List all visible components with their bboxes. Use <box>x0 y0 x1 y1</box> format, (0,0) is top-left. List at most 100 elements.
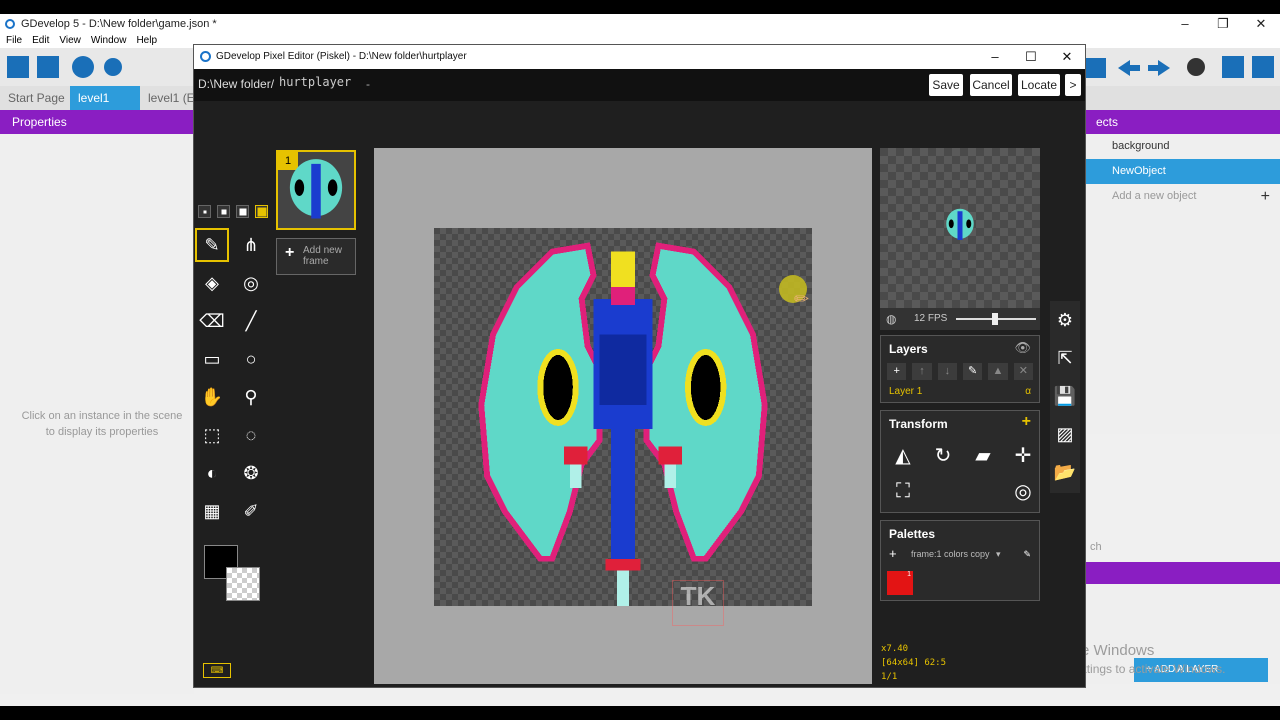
palettes-panel: Palettes + frame:1 colors copy ▾ ✎ 1 <box>880 520 1040 601</box>
dithering-icon[interactable]: ❂ <box>234 456 268 490</box>
pen-size-3[interactable] <box>236 205 249 218</box>
merge-layer-icon[interactable]: ▲ <box>988 363 1008 380</box>
eye-icon[interactable]: 👁 <box>1014 340 1031 356</box>
palette-color-red[interactable]: 1 <box>887 571 913 595</box>
checker-icon[interactable]: ▦ <box>195 494 229 528</box>
file-name[interactable]: hurtplayer <box>279 75 351 89</box>
fps-row: ◍ 12 FPS <box>880 308 1040 330</box>
stroke-icon[interactable]: ╱ <box>234 304 268 338</box>
layers-header <box>1086 562 1280 584</box>
circle-icon[interactable]: ○ <box>234 342 268 376</box>
minimize-icon[interactable]: – <box>1166 14 1204 33</box>
palette-name: frame:1 colors copy <box>911 549 990 559</box>
add-layer-icon[interactable]: + <box>887 363 907 380</box>
edit-palette-icon[interactable]: ✎ <box>1023 545 1031 563</box>
menu-edit[interactable]: Edit <box>32 35 49 46</box>
drawing-canvas[interactable] <box>434 228 812 606</box>
layers-panel-piskel: Layers 👁 + ↑ ↓ ✎ ▲ ✕ Layer 1 α <box>880 335 1040 403</box>
menu-file[interactable]: File <box>6 35 22 46</box>
menu-help[interactable]: Help <box>136 35 157 46</box>
delete-icon <box>1187 58 1205 76</box>
palette-color-index: 1 <box>907 571 911 578</box>
palette-selector[interactable]: + frame:1 colors copy ▾ ✎ <box>881 545 1039 563</box>
frame-thumbnail[interactable]: 1 <box>276 150 356 230</box>
gdevelop-title: GDevelop 5 - D:\New folder\game.json * <box>21 17 217 30</box>
add-frame-button[interactable]: + Add new frame <box>276 238 356 275</box>
cancel-button[interactable]: Cancel <box>970 74 1012 96</box>
pen-size-2[interactable] <box>217 205 230 218</box>
layer-alpha[interactable]: α <box>1025 386 1031 397</box>
object-background[interactable]: background <box>1086 134 1280 159</box>
move-hand-icon[interactable]: ✋ <box>195 380 229 414</box>
eraser-icon[interactable]: ⌫ <box>195 304 229 338</box>
object-label: background <box>1112 140 1170 152</box>
locate-button[interactable]: Locate <box>1018 74 1060 96</box>
open-folder-icon[interactable]: 📂 <box>1050 453 1080 491</box>
objects-list: background NewObject Add a new object + <box>1086 134 1280 434</box>
save-button[interactable]: Save <box>929 74 963 96</box>
layer-name: Layer 1 <box>889 386 923 397</box>
rectangle-icon[interactable]: ▭ <box>195 342 229 376</box>
keyboard-shortcuts-icon[interactable]: ⌨ <box>203 663 231 678</box>
maximize-icon[interactable]: ❐ <box>1204 14 1242 33</box>
object-newobject[interactable]: NewObject <box>1086 159 1280 184</box>
resize-target-icon[interactable]: ◎ <box>1005 475 1041 507</box>
move-layer-down-icon[interactable]: ↓ <box>937 363 957 380</box>
pen-tool-icon[interactable]: ✎ <box>195 228 229 262</box>
align-center-icon[interactable]: ✛ <box>1005 439 1041 471</box>
clone-icon[interactable]: ▰ <box>965 439 1001 471</box>
grid-icon <box>1222 56 1244 78</box>
add-object-button[interactable]: Add a new object + <box>1086 184 1280 209</box>
plus-icon: + <box>285 244 295 261</box>
add-transform-icon[interactable]: + <box>1022 413 1031 431</box>
export-image-icon[interactable]: ▨ <box>1050 415 1080 453</box>
paint-same-color-icon[interactable]: ◎ <box>234 266 268 300</box>
maximize-icon[interactable]: ☐ <box>1013 45 1049 69</box>
rotate-icon[interactable]: ↻ <box>925 439 961 471</box>
lighten-icon[interactable]: ◐ <box>195 456 229 490</box>
properties-header: Properties <box>0 110 194 134</box>
debug-icon <box>104 58 122 76</box>
move-layer-up-icon[interactable]: ↑ <box>912 363 932 380</box>
vertical-mirror-pen-icon[interactable]: ⋔ <box>234 228 268 262</box>
transform-panel: Transform + ◭ ↻ ▰ ✛ ⛶ ◎ <box>880 410 1040 513</box>
flip-icon[interactable]: ◭ <box>885 439 921 471</box>
zoom-level: x7.40 <box>881 644 909 654</box>
delete-layer-icon[interactable]: ✕ <box>1013 363 1033 380</box>
next-button[interactable]: > <box>1065 74 1081 96</box>
edit-layer-icon[interactable]: ✎ <box>962 363 983 380</box>
save-disk-icon[interactable]: 💾 <box>1050 377 1080 415</box>
tab-start-page[interactable]: Start Page <box>0 86 73 110</box>
piskel-window: GDevelop Pixel Editor (Piskel) - D:\New … <box>193 44 1086 688</box>
color-picker-icon[interactable]: ✐ <box>234 494 268 528</box>
shape-selection-icon[interactable]: ⚲ <box>234 380 268 414</box>
piskel-app-icon <box>200 51 211 62</box>
lasso-select-icon[interactable]: ◌ <box>234 418 268 452</box>
add-palette-icon[interactable]: + <box>889 545 897 563</box>
minimize-icon[interactable]: – <box>977 45 1013 69</box>
paint-bucket-icon[interactable]: ◈ <box>195 266 229 300</box>
settings-sidebar: ⚙ ⇱ 💾 ▨ 📂 <box>1050 301 1080 493</box>
pen-size-1[interactable] <box>198 205 211 218</box>
frame-thumbnail-art <box>289 159 343 219</box>
crop-icon[interactable]: ⛶ <box>885 475 921 507</box>
close-icon[interactable]: ✕ <box>1242 14 1280 33</box>
layer-1-row[interactable]: Layer 1 α <box>881 383 1039 400</box>
resize-icon[interactable]: ⇱ <box>1050 339 1080 377</box>
search-field[interactable]: ch <box>1086 536 1280 558</box>
properties-hint: Click on an instance in the scene to dis… <box>21 410 183 438</box>
layer-tools: + ↑ ↓ ✎ ▲ ✕ <box>881 360 1039 383</box>
tab-level1[interactable]: level1 <box>70 86 140 110</box>
piskel-title: GDevelop Pixel Editor (Piskel) - D:\New … <box>216 51 467 62</box>
fps-slider-handle[interactable] <box>992 313 998 325</box>
pen-size-4[interactable] <box>255 205 268 218</box>
palettes-title: Palettes <box>889 527 936 541</box>
settings-gear-icon[interactable]: ⚙ <box>1050 301 1080 339</box>
gdevelop-titlebar: GDevelop 5 - D:\New folder\game.json * –… <box>0 14 1280 33</box>
onion-skin-icon[interactable]: ◍ <box>886 308 896 330</box>
menu-window[interactable]: Window <box>91 35 127 46</box>
menu-view[interactable]: View <box>59 35 81 46</box>
rectangle-select-icon[interactable]: ⬚ <box>195 418 229 452</box>
secondary-color[interactable] <box>226 567 260 601</box>
close-icon[interactable]: ✕ <box>1049 45 1085 69</box>
